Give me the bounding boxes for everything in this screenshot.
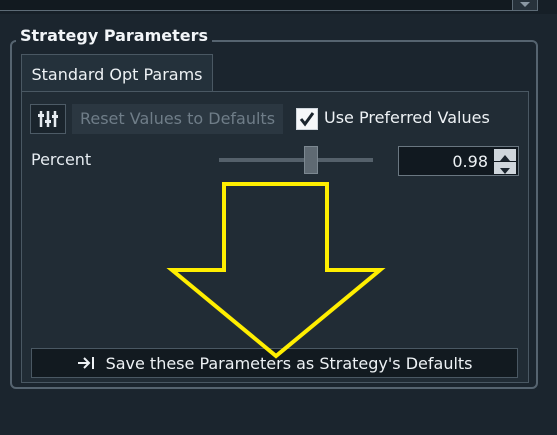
save-defaults-label: Save these Parameters as Strategy's Defa…: [105, 354, 473, 373]
save-defaults-button[interactable]: Save these Parameters as Strategy's Defa…: [31, 348, 518, 378]
percent-slider-thumb[interactable]: [304, 146, 318, 174]
chevron-down-icon[interactable]: [512, 0, 538, 11]
tab-standard-opt-params[interactable]: Standard Opt Params: [21, 54, 213, 92]
use-preferred-checkbox[interactable]: [296, 108, 318, 130]
percent-label: Percent: [31, 150, 92, 169]
save-arrow-icon: [78, 357, 95, 369]
checkmark-icon: [299, 112, 315, 127]
parameter-settings-button[interactable]: [30, 104, 66, 134]
top-dropdown-field[interactable]: [0, 0, 513, 11]
spin-up-icon[interactable]: [494, 149, 516, 161]
group-title: Strategy Parameters: [16, 26, 213, 45]
reset-values-button[interactable]: Reset Values to Defaults: [72, 104, 283, 134]
percent-number-input[interactable]: 0.98: [398, 146, 519, 176]
spin-down-icon[interactable]: [494, 162, 516, 174]
percent-value: 0.98: [452, 152, 488, 171]
tab-panel: [21, 91, 529, 383]
sliders-icon: [38, 111, 58, 127]
use-preferred-label: Use Preferred Values: [324, 108, 490, 127]
percent-slider-track[interactable]: [219, 158, 373, 162]
